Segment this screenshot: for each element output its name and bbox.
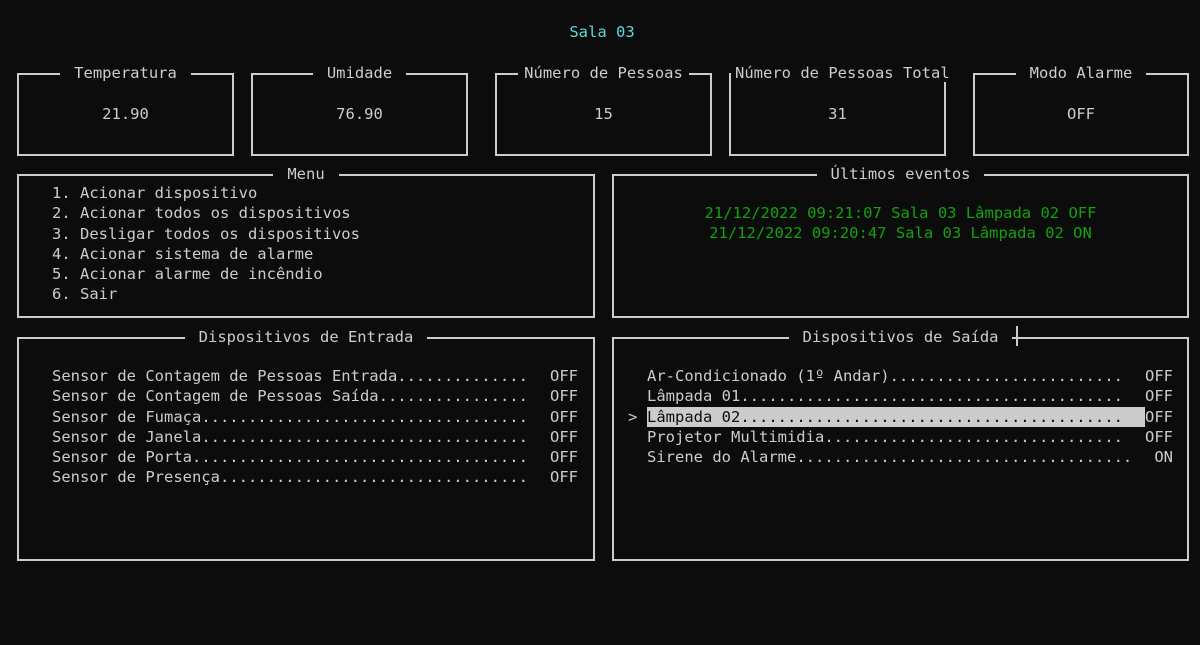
- menu-label: Menu: [273, 165, 339, 183]
- device-name: Ar-Condicionado (1º Andar): [647, 367, 890, 385]
- device-name: Sensor de Contagem de Pessoas Saída: [52, 387, 379, 406]
- input-device-row: Sensor de Fumaça........................…: [52, 407, 578, 427]
- menu-list: 1. Acionar dispositivo 2. Acionar todos …: [52, 183, 593, 305]
- menu-item-sair[interactable]: 6. Sair: [52, 284, 593, 304]
- events-label: Últimos eventos: [816, 165, 985, 183]
- alarm-mode-label: Modo Alarme: [1015, 64, 1147, 82]
- output-device-row[interactable]: Projetor Multimidia.....................…: [647, 427, 1173, 447]
- device-state: OFF: [1145, 427, 1173, 446]
- device-state: OFF: [550, 407, 578, 426]
- output-device-row[interactable]: Sirene do Alarme........................…: [647, 447, 1173, 467]
- device-name: Sensor de Porta: [52, 448, 192, 467]
- device-state: OFF: [550, 427, 578, 446]
- device-name: Sirene do Alarme: [647, 448, 797, 467]
- people-total-label: Número de Pessoas Total: [731, 64, 954, 82]
- device-name: Sensor de Contagem de Pessoas Entrada: [52, 367, 398, 385]
- device-name: Projetor Multimidia: [647, 427, 825, 446]
- device-dots: ....................................: [191, 448, 528, 467]
- temperature-panel: Temperatura 21.90: [17, 64, 234, 156]
- device-name: Lâmpada 02: [647, 406, 741, 427]
- device-state: OFF: [550, 448, 578, 467]
- humidity-value: 76.90: [336, 105, 383, 123]
- humidity-panel: Umidade 76.90: [251, 64, 468, 156]
- device-dots: ..............: [397, 367, 528, 385]
- device-dots: .........................: [889, 367, 1123, 385]
- input-device-row: Sensor de Porta.........................…: [52, 447, 578, 467]
- device-name: Sensor de Janela: [52, 427, 202, 446]
- device-dots: ...................................: [201, 407, 528, 426]
- device-name: Sensor de Fumaça: [52, 407, 202, 426]
- people-total-value: 31: [828, 105, 847, 123]
- output-devices-label: Dispositivos de Saída: [788, 328, 1013, 346]
- output-device-row[interactable]: Lâmpada 01..............................…: [647, 386, 1173, 406]
- input-device-row: Sensor de Contagem de Pessoas Saída.....…: [52, 386, 578, 406]
- menu-item-alarme-incendio[interactable]: 5. Acionar alarme de incêndio: [52, 264, 593, 284]
- input-device-row: Sensor de Contagem de Pessoas Entrada...…: [52, 366, 578, 386]
- alarm-mode-panel: Modo Alarme OFF: [973, 64, 1189, 156]
- menu-panel: Menu 1. Acionar dispositivo 2. Acionar t…: [17, 165, 595, 318]
- text-cursor: [1016, 326, 1018, 346]
- input-devices-list: Sensor de Contagem de Pessoas Entrada...…: [52, 366, 593, 488]
- alarm-mode-value: OFF: [1067, 105, 1095, 123]
- temperature-value: 21.90: [102, 105, 149, 123]
- input-devices-panel: Dispositivos de Entrada Sensor de Contag…: [17, 328, 595, 561]
- device-state: OFF: [550, 367, 578, 385]
- device-name: Sensor de Presença: [52, 468, 220, 487]
- output-device-row-selected[interactable]: Lâmpada 02..............................…: [647, 406, 1173, 427]
- device-dots: ................................: [824, 427, 1123, 446]
- device-dots: ........................................…: [740, 406, 1145, 427]
- output-device-row[interactable]: Ar-Condicionado (1º Andar)..............…: [647, 366, 1173, 386]
- device-state: OFF: [550, 387, 578, 406]
- device-dots: ................: [378, 387, 528, 406]
- room-title: Sala 03: [569, 23, 635, 41]
- menu-item-acionar-alarme[interactable]: 4. Acionar sistema de alarme: [52, 244, 593, 264]
- device-dots: .................................: [219, 468, 528, 487]
- people-total-panel: Número de Pessoas Total 31: [729, 64, 954, 156]
- people-count-value: 15: [594, 105, 613, 123]
- people-count-label: Número de Pessoas: [518, 64, 689, 82]
- output-devices-panel: Dispositivos de Saída Ar-Condicionado (1…: [612, 328, 1189, 561]
- selection-cursor: >: [628, 407, 638, 426]
- humidity-label: Umidade: [312, 64, 407, 82]
- events-panel: Últimos eventos 21/12/2022 09:21:07 Sala…: [612, 165, 1189, 318]
- temperature-label: Temperatura: [60, 64, 191, 82]
- event-item: 21/12/2022 09:21:07 Sala 03 Lâmpada 02 O…: [704, 204, 1097, 222]
- people-count-panel: Número de Pessoas 15: [495, 64, 712, 156]
- input-devices-label: Dispositivos de Entrada: [184, 328, 428, 346]
- event-item: 21/12/2022 09:20:47 Sala 03 Lâmpada 02 O…: [709, 224, 1092, 243]
- device-state: OFF: [1145, 367, 1173, 385]
- input-device-row: Sensor de Presença......................…: [52, 467, 578, 487]
- device-state: OFF: [1145, 387, 1173, 406]
- device-dots: ...................................: [201, 427, 528, 446]
- device-dots: ....................................: [796, 448, 1133, 467]
- output-devices-list: Ar-Condicionado (1º Andar)..............…: [647, 366, 1187, 467]
- menu-item-acionar-todos[interactable]: 2. Acionar todos os dispositivos: [52, 203, 593, 223]
- device-dots: ........................................…: [740, 387, 1123, 406]
- menu-item-acionar-dispositivo[interactable]: 1. Acionar dispositivo: [52, 183, 593, 203]
- device-state: OFF: [1145, 407, 1173, 426]
- device-name: Lâmpada 01: [647, 387, 741, 406]
- device-state: OFF: [550, 468, 578, 487]
- menu-item-desligar-todos[interactable]: 3. Desligar todos os dispositivos: [52, 224, 593, 244]
- device-state: ON: [1154, 448, 1173, 467]
- events-list: 21/12/2022 09:21:07 Sala 03 Lâmpada 02 O…: [614, 203, 1187, 244]
- input-device-row: Sensor de Janela........................…: [52, 427, 578, 447]
